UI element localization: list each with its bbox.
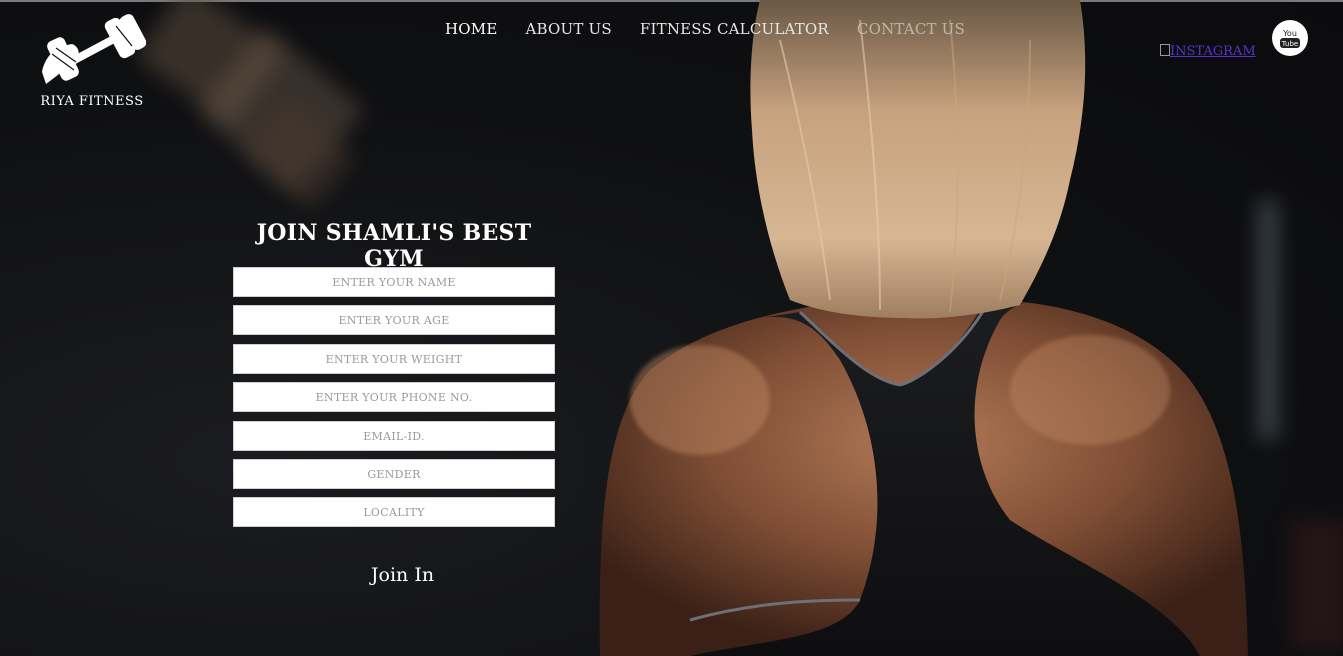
hero-photo [599,0,1248,656]
age-input[interactable] [233,305,555,335]
instagram-link[interactable]: INSTAGRAM [1160,44,1256,59]
nav-home[interactable]: HOME [445,20,498,42]
main-nav: HOME ABOUT US FITNESS CALCULATOR CONTACT… [445,20,965,42]
weight-input[interactable] [233,344,555,374]
gender-input[interactable] [233,459,555,489]
youtube-link[interactable]: You Tube [1272,20,1308,56]
form-title: JOIN SHAMLI'S BEST GYM [256,220,532,272]
instagram-alt-text: INSTAGRAM [1170,44,1256,59]
nav-about-us[interactable]: ABOUT US [526,20,612,42]
nav-fitness-calculator[interactable]: FITNESS CALCULATOR [640,20,829,42]
broken-image-icon [1160,44,1170,56]
brand-logo[interactable]: RIYA FITNESS [36,12,148,109]
dumbbell-hand-icon [42,14,146,84]
nav-contact-us[interactable]: CONTACT US [857,20,965,42]
brand-name: RIYA FITNESS [40,94,144,109]
youtube-text-top: You [1282,29,1297,38]
name-input[interactable] [233,267,555,297]
join-in-button[interactable]: Join In [340,560,465,590]
youtube-icon: You Tube [1280,29,1300,48]
email-input[interactable] [233,421,555,451]
phone-input[interactable] [233,382,555,412]
locality-input[interactable] [233,497,555,527]
youtube-text-bottom: Tube [1281,40,1298,48]
page: RIYA FITNESS HOME ABOUT US FITNESS CALCU… [0,0,1343,656]
